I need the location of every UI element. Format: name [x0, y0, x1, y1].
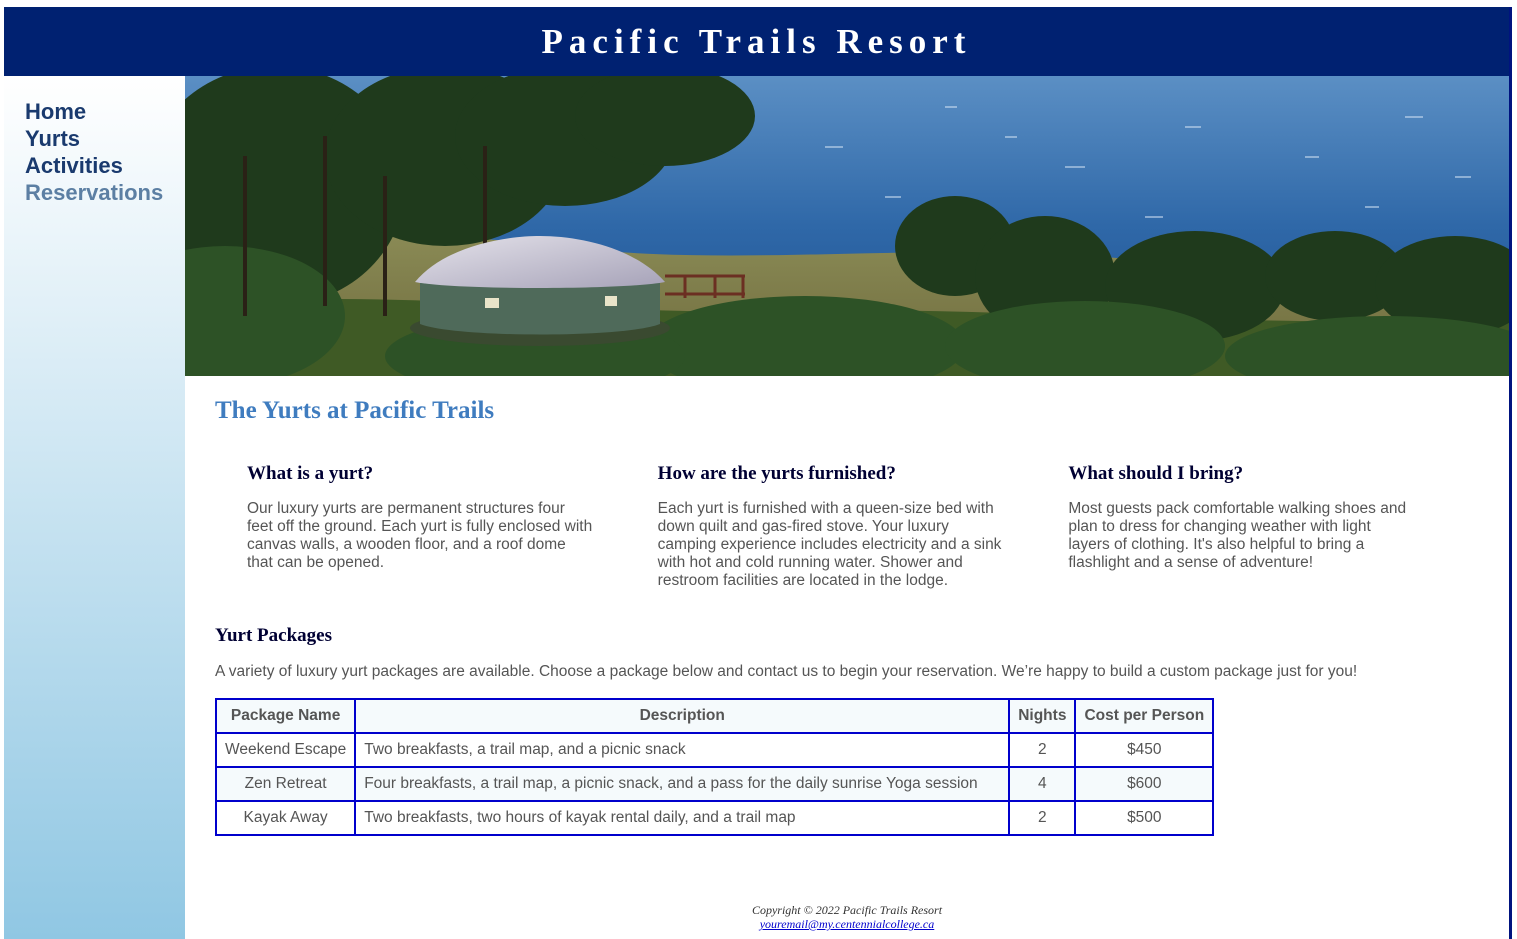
- packages-title: Yurt Packages: [215, 625, 332, 646]
- hero-image: [185, 76, 1509, 376]
- table-row: Weekend Escape Two breakfasts, a trail m…: [214, 732, 1215, 768]
- table-cell: Kayak Away: [214, 800, 357, 836]
- footer-copyright: Copyright © 2022 Pacific Trails Resort: [751, 903, 943, 917]
- table-cell: 2: [1008, 800, 1077, 836]
- column-heading: What is a yurt?: [247, 463, 374, 484]
- main-content: The Yurts at Pacific Trails What is a yu…: [185, 376, 1509, 836]
- nav-list: Home Yurts Activities Reservations: [4, 98, 185, 206]
- table-cell: $600: [1074, 766, 1215, 802]
- site-title: Pacific Trails Resort: [541, 22, 972, 61]
- table-cell: Four breakfasts, a trail map, a picnic s…: [354, 766, 1011, 802]
- nav-item-home[interactable]: Home: [25, 98, 185, 125]
- footer-email-link[interactable]: youremail@my.centennialcollege.ca: [760, 917, 935, 931]
- nav-item-yurts[interactable]: Yurts: [25, 125, 185, 152]
- table-cell: Weekend Escape: [214, 732, 357, 768]
- info-column-bring: What should I bring? Most guests pack co…: [1068, 462, 1414, 590]
- column-text: Our luxury yurts are permanent structure…: [247, 500, 593, 571]
- packages-table: Package Name Description Nights Cost per…: [214, 698, 1215, 836]
- packages-intro: A variety of luxury yurt packages are av…: [215, 663, 1358, 680]
- column-text: Each yurt is furnished with a queen-size…: [657, 500, 1002, 589]
- hero-scenery-illustration: [185, 76, 1509, 376]
- site-header: Pacific Trails Resort: [4, 7, 1509, 76]
- table-header-cell: Nights: [1008, 698, 1077, 734]
- info-column-what: What is a yurt? Our luxury yurts are per…: [247, 462, 593, 590]
- table-row: Kayak Away Two breakfasts, two hours of …: [214, 800, 1215, 836]
- table-cell: 2: [1008, 732, 1077, 768]
- page-wrapper: Pacific Trails Resort Home Yurts Activit…: [4, 7, 1512, 939]
- table-cell: $450: [1074, 732, 1215, 768]
- table-cell: 4: [1008, 766, 1077, 802]
- table-cell: Two breakfasts, two hours of kayak renta…: [354, 800, 1011, 836]
- table-header-cell: Description: [354, 698, 1011, 734]
- info-column-furnished: How are the yurts furnished? Each yurt i…: [658, 462, 1004, 590]
- column-heading: How are the yurts furnished?: [657, 463, 896, 484]
- site-footer: Copyright © 2022 Pacific Trails Resort y…: [185, 903, 1509, 931]
- table-cell: Zen Retreat: [214, 766, 357, 802]
- table-cell: $500: [1074, 800, 1215, 836]
- main-nav: Home Yurts Activities Reservations: [4, 76, 185, 939]
- table-header-cell: Cost per Person: [1074, 698, 1215, 734]
- nav-item-reservations[interactable]: Reservations: [25, 179, 185, 206]
- column-text: Most guests pack comfortable walking sho…: [1068, 500, 1407, 571]
- column-heading: What should I bring?: [1068, 463, 1244, 484]
- info-columns: What is a yurt? Our luxury yurts are per…: [215, 462, 1479, 590]
- table-header-row: Package Name Description Nights Cost per…: [214, 698, 1215, 734]
- page-title: The Yurts at Pacific Trails: [215, 397, 495, 424]
- table-cell: Two breakfasts, a trail map, and a picni…: [354, 732, 1011, 768]
- nav-item-activities[interactable]: Activities: [25, 152, 185, 179]
- table-row: Zen Retreat Four breakfasts, a trail map…: [214, 766, 1215, 802]
- table-header-cell: Package Name: [214, 698, 357, 734]
